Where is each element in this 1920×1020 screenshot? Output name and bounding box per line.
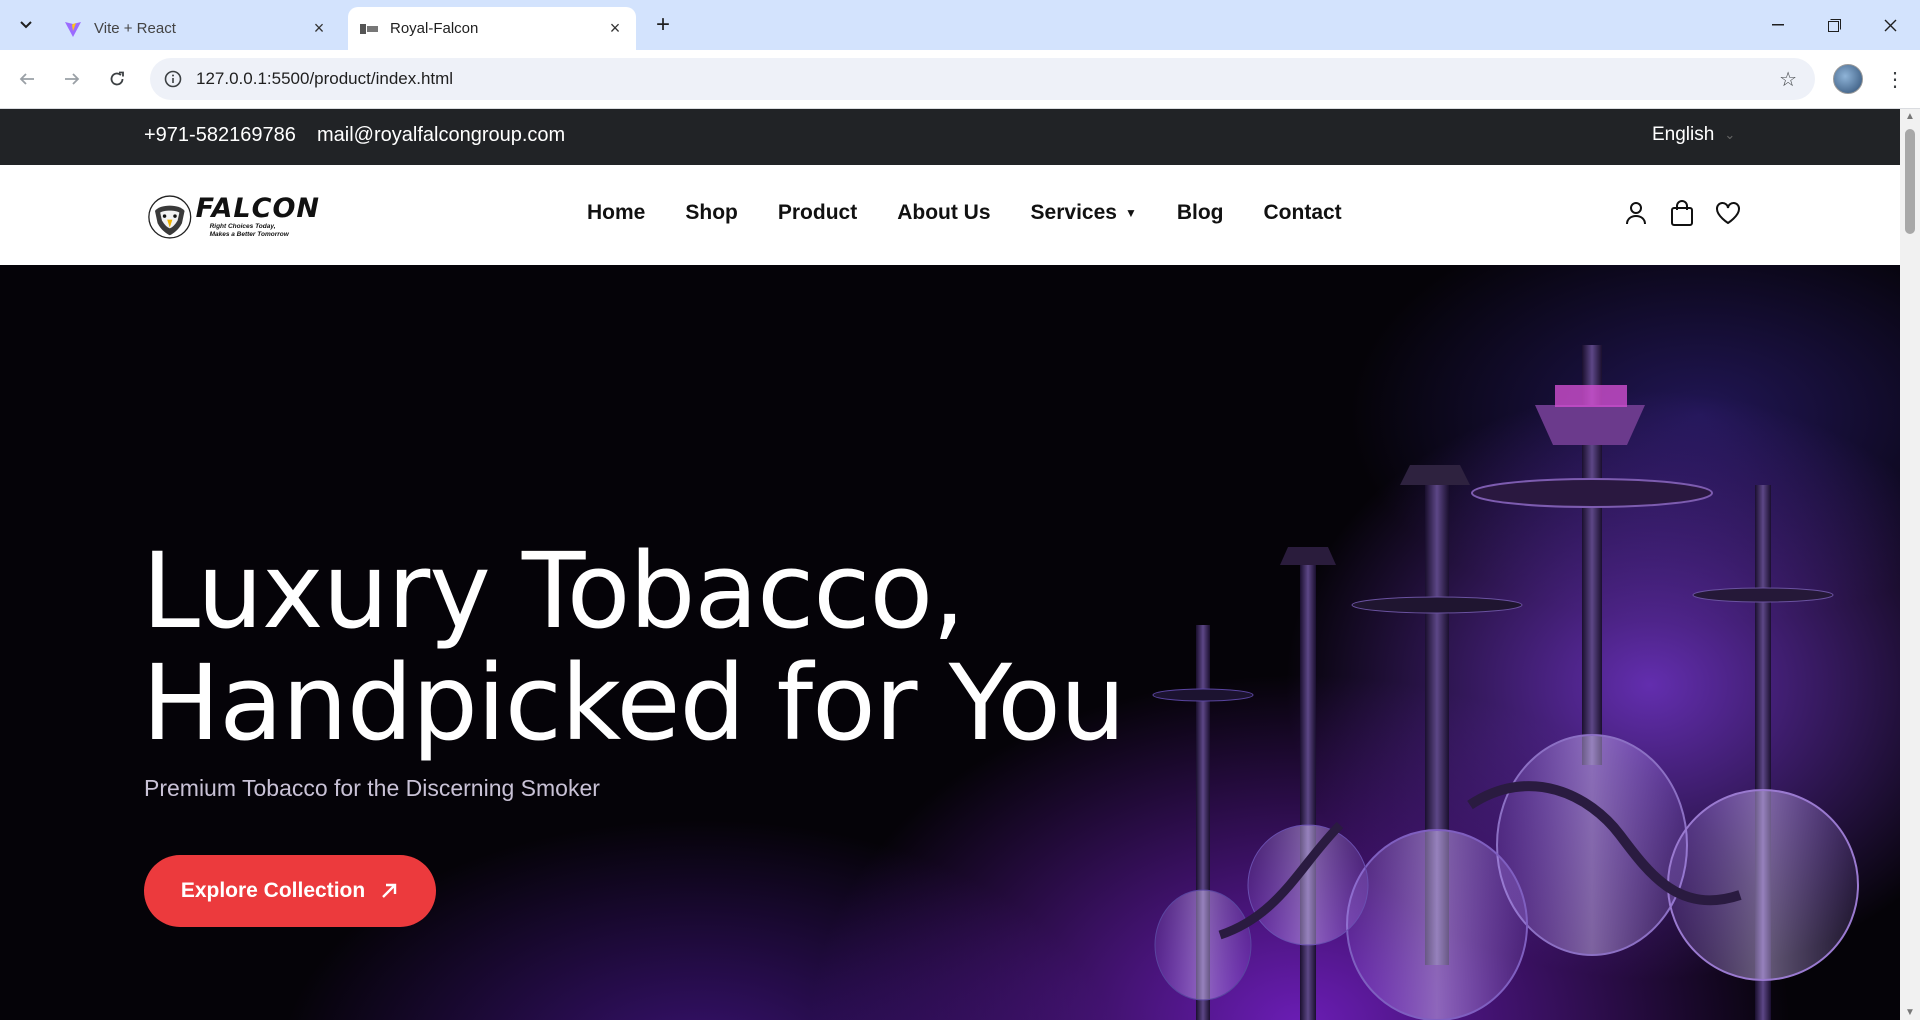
- arrow-right-icon: [65, 73, 80, 85]
- page-scrollbar[interactable]: ▲ ▼: [1900, 109, 1920, 1020]
- nav-item-services[interactable]: Services ▼: [1031, 201, 1137, 225]
- chevron-down-icon: [20, 21, 32, 29]
- nav-menu: Home Shop Product About Us Services ▼ Bl…: [587, 201, 1382, 225]
- nav-item-contact[interactable]: Contact: [1264, 201, 1342, 225]
- new-tab-button[interactable]: +: [648, 10, 678, 40]
- contact-topbar: +971-582169786 mail@royalfalcongroup.com…: [0, 109, 1900, 165]
- header-icons: [1623, 199, 1741, 227]
- restore-button[interactable]: [1806, 0, 1862, 50]
- minimize-icon: [1772, 24, 1784, 26]
- avatar[interactable]: [1833, 64, 1863, 94]
- minimize-button[interactable]: [1750, 0, 1806, 50]
- eagle-icon: [148, 195, 192, 239]
- falcon-logo[interactable]: FALCON Right Choices Today, Makes a Bett…: [148, 191, 320, 243]
- browser-tab-royal-falcon[interactable]: Royal-Falcon ×: [348, 7, 636, 50]
- email-address[interactable]: mail@royalfalcongroup.com: [317, 124, 565, 147]
- forward-button[interactable]: [55, 62, 89, 96]
- language-label: English: [1652, 124, 1715, 145]
- nav-item-shop[interactable]: Shop: [685, 201, 738, 225]
- hero-banner: Luxury Tobacco, Handpicked for You Premi…: [0, 265, 1900, 1020]
- explore-collection-button[interactable]: Explore Collection: [144, 855, 436, 927]
- tab-title: Royal-Falcon: [390, 20, 479, 37]
- browser-toolbar: 127.0.0.1:5500/product/index.html ☆ ⋮: [0, 50, 1920, 109]
- heart-icon[interactable]: [1715, 199, 1741, 227]
- hero-subtitle: Premium Tobacco for the Discerning Smoke…: [144, 775, 600, 801]
- caret-down-icon: ▼: [1124, 206, 1137, 220]
- star-icon[interactable]: ☆: [1779, 67, 1797, 92]
- close-icon: [1884, 19, 1896, 31]
- nav-item-product[interactable]: Product: [778, 201, 857, 225]
- kebab-menu-icon[interactable]: ⋮: [1880, 62, 1910, 96]
- close-tab-icon[interactable]: ×: [604, 18, 626, 40]
- falcon-favicon-icon: [360, 20, 378, 38]
- brand-tagline-1: Right Choices Today,: [209, 223, 276, 230]
- shopping-bag-icon[interactable]: [1669, 199, 1695, 227]
- url-text[interactable]: 127.0.0.1:5500/product/index.html: [196, 69, 453, 89]
- tab-title: Vite + React: [94, 20, 176, 37]
- nav-item-about-us[interactable]: About Us: [897, 201, 990, 225]
- scrollbar-thumb[interactable]: [1905, 129, 1915, 234]
- arrow-left-icon: [19, 73, 34, 85]
- web-page: +971-582169786 mail@royalfalcongroup.com…: [0, 109, 1900, 1020]
- info-icon[interactable]: [162, 68, 184, 90]
- language-selector[interactable]: English ⌄: [1652, 124, 1735, 146]
- user-icon[interactable]: [1623, 199, 1649, 227]
- cta-label: Explore Collection: [180, 879, 366, 902]
- address-bar[interactable]: 127.0.0.1:5500/product/index.html ☆: [150, 58, 1815, 100]
- reload-button[interactable]: [100, 62, 134, 96]
- close-tab-icon[interactable]: ×: [308, 18, 330, 40]
- hero-title: Luxury Tobacco, Handpicked for You: [142, 535, 1142, 759]
- restore-icon: [1827, 18, 1841, 32]
- brand-wordmark: FALCON: [195, 193, 320, 224]
- nav-item-home[interactable]: Home: [587, 201, 645, 225]
- nav-item-services-label: Services: [1030, 201, 1117, 224]
- reload-icon: [110, 71, 124, 86]
- plus-icon: +: [655, 11, 670, 38]
- tab-search-button[interactable]: [10, 10, 42, 40]
- hero-title-line-2: Handpicked for You: [142, 642, 1126, 764]
- vite-logo-icon: [64, 20, 82, 38]
- chevron-down-icon: ⌄: [1724, 127, 1736, 142]
- main-navigation: FALCON Right Choices Today, Makes a Bett…: [0, 165, 1900, 265]
- hero-title-line-1: Luxury Tobacco,: [142, 530, 965, 652]
- browser-tab-strip: Vite + React × Royal-Falcon × +: [0, 0, 1920, 50]
- scroll-up-icon[interactable]: ▲: [1905, 111, 1915, 122]
- brand-text: FALCON Right Choices Today, Makes a Bett…: [196, 195, 320, 239]
- brand-tagline-2: Makes a Better Tomorrow: [209, 231, 289, 238]
- phone-number[interactable]: +971-582169786: [144, 124, 296, 147]
- back-button[interactable]: [10, 62, 44, 96]
- browser-tab-vite[interactable]: Vite + React ×: [52, 7, 340, 50]
- nav-item-blog[interactable]: Blog: [1177, 201, 1224, 225]
- close-window-button[interactable]: [1862, 0, 1918, 50]
- scroll-down-icon[interactable]: ▼: [1905, 1007, 1915, 1018]
- arrow-up-right-icon: [382, 883, 397, 898]
